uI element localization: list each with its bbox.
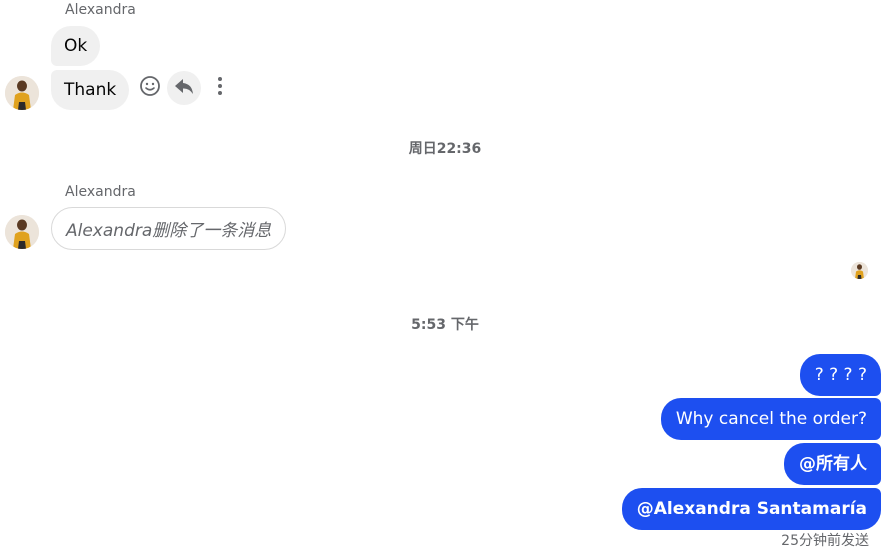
sender-avatar[interactable]: [5, 76, 39, 110]
outgoing-message-bubble[interactable]: Why cancel the order?: [660, 398, 881, 440]
outgoing-message-bubble[interactable]: ? ? ? ?: [799, 354, 881, 396]
time-divider: 周日22:36: [408, 141, 482, 157]
seen-indicator-avatar: [851, 262, 868, 279]
sender-name: Alexandra: [65, 2, 136, 18]
incoming-message-bubble[interactable]: Ok: [51, 26, 101, 66]
react-button[interactable]: [133, 71, 167, 105]
reply-arrow-icon: [173, 75, 195, 101]
sender-avatar[interactable]: [5, 215, 39, 249]
smiley-icon: [139, 75, 161, 101]
time-divider: 5:53 下午: [411, 317, 479, 333]
more-vertical-icon: [217, 76, 223, 100]
outgoing-message-bubble[interactable]: @所有人: [784, 443, 881, 485]
sent-status: 25分钟前发送: [781, 533, 869, 549]
outgoing-message-bubble[interactable]: @Alexandra Santamaría: [621, 488, 881, 530]
sender-name: Alexandra: [65, 184, 136, 200]
incoming-message-bubble[interactable]: Thank: [51, 70, 130, 110]
reply-button[interactable]: [167, 71, 201, 105]
more-options-button[interactable]: [203, 71, 237, 105]
deleted-message-bubble[interactable]: Alexandra删除了一条消息: [51, 207, 287, 250]
